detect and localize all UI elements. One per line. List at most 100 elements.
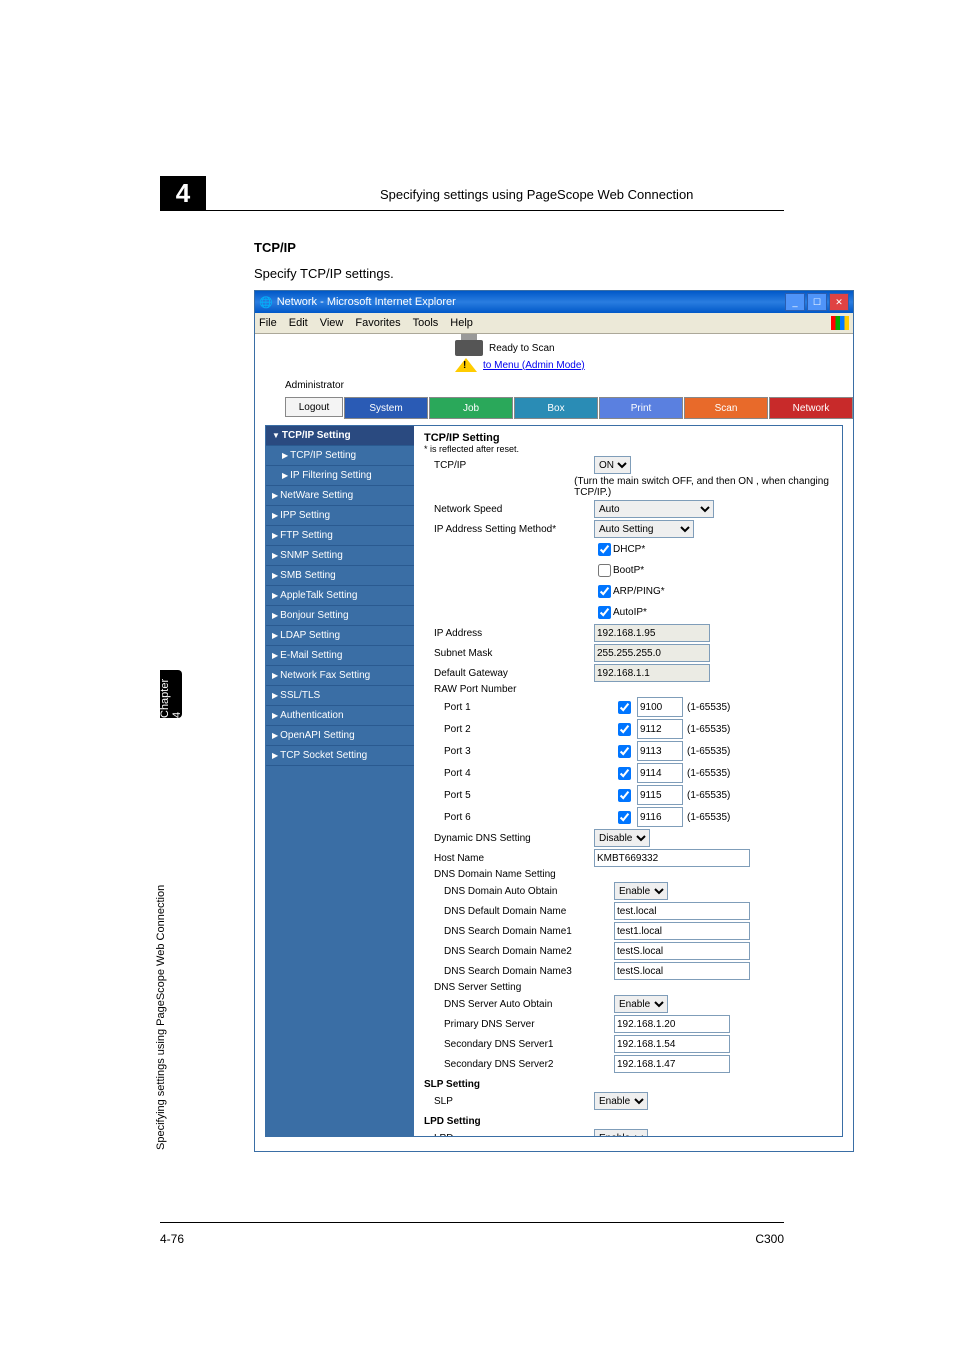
port-checkbox[interactable] (618, 701, 631, 714)
to-menu-link[interactable]: to Menu (Admin Mode) (483, 360, 585, 371)
sidenav-item[interactable]: LDAP Setting (266, 626, 414, 646)
dddef-label: DNS Default Domain Name (424, 906, 614, 917)
menu-edit[interactable]: Edit (289, 317, 308, 329)
port-input[interactable] (637, 719, 683, 739)
subnet-label: Subnet Mask (424, 648, 594, 659)
ipmethod-label: IP Address Setting Method* (424, 524, 594, 535)
dds1-input[interactable] (614, 922, 750, 940)
sidenav-item[interactable]: NetWare Setting (266, 486, 414, 506)
sidenav-item[interactable]: Authentication (266, 706, 414, 726)
sdns1-label: Secondary DNS Server1 (424, 1039, 614, 1050)
sidenav-item[interactable]: E-Mail Setting (266, 646, 414, 666)
tab-scan[interactable]: Scan (684, 397, 768, 419)
logout-button[interactable]: Logout (285, 397, 343, 417)
sidenav-item[interactable]: TCP/IP Setting (266, 446, 414, 466)
menu-help[interactable]: Help (450, 317, 473, 329)
port-checkbox[interactable] (618, 767, 631, 780)
sdns2-input[interactable] (614, 1055, 730, 1073)
sidenav-item[interactable]: TCP/IP Setting (266, 426, 414, 446)
gateway-input[interactable] (594, 664, 710, 682)
side-label: Specifying settings using PageScope Web … (155, 885, 167, 1150)
sidenav-item[interactable]: FTP Setting (266, 526, 414, 546)
port-checkbox[interactable] (618, 745, 631, 758)
dds2-input[interactable] (614, 942, 750, 960)
header-rule (160, 210, 784, 211)
status-text: Ready to Scan (489, 343, 555, 354)
port-label: Port 2 (424, 724, 614, 735)
footer-rule (160, 1222, 784, 1223)
tcpip-select[interactable]: ON (594, 456, 631, 474)
host-label: Host Name (424, 853, 594, 864)
menu-tools[interactable]: Tools (413, 317, 439, 329)
sidenav-item[interactable]: Network Fax Setting (266, 666, 414, 686)
port-checkbox[interactable] (618, 811, 631, 824)
tcpip-hint: (Turn the main switch OFF, and then ON ,… (574, 476, 832, 498)
port-input[interactable] (637, 807, 683, 827)
ipaddr-input[interactable] (594, 624, 710, 642)
section-title: TCP/IP (254, 240, 296, 255)
sidenav-item[interactable]: IP Filtering Setting (266, 466, 414, 486)
raw-label: RAW Port Number (424, 684, 594, 695)
sidenav-item[interactable]: SSL/TLS (266, 686, 414, 706)
port-checkbox[interactable] (618, 789, 631, 802)
sidenav-item[interactable]: OpenAPI Setting (266, 726, 414, 746)
port-input[interactable] (637, 785, 683, 805)
ie-window: 🌐 Network - Microsoft Internet Explorer … (254, 290, 854, 1152)
close-button[interactable]: ✕ (829, 293, 849, 311)
tab-box[interactable]: Box (514, 397, 598, 419)
ddauto-select[interactable]: Enable (614, 882, 668, 900)
dsauto-select[interactable]: Enable (614, 995, 668, 1013)
titlebar: 🌐 Network - Microsoft Internet Explorer … (255, 291, 853, 313)
window-title: Network - Microsoft Internet Explorer (277, 296, 456, 308)
header-title: Specifying settings using PageScope Web … (380, 187, 693, 202)
ipmethod-select[interactable]: Auto Setting (594, 520, 694, 538)
maximize-button[interactable]: ☐ (807, 293, 827, 311)
tab-network[interactable]: Network (769, 397, 853, 419)
port-range: (1-65535) (687, 790, 730, 801)
host-input[interactable] (594, 849, 750, 867)
sidenav-item[interactable]: IPP Setting (266, 506, 414, 526)
lpd-select[interactable]: Enable (594, 1129, 648, 1136)
pdns-input[interactable] (614, 1015, 730, 1033)
tab-job[interactable]: Job (429, 397, 513, 419)
arp-label: ARP/PING* (613, 586, 665, 597)
sidenav-item[interactable]: TCP Socket Setting (266, 746, 414, 766)
arp-checkbox[interactable] (598, 585, 611, 598)
sidenav-item[interactable]: AppleTalk Setting (266, 586, 414, 606)
dnssrv-heading: DNS Server Setting (424, 982, 594, 993)
port-input[interactable] (637, 741, 683, 761)
bootp-checkbox[interactable] (598, 564, 611, 577)
dhcp-checkbox[interactable] (598, 543, 611, 556)
tab-row: Logout System Job Box Print Scan Network (255, 391, 853, 419)
port-label: Port 5 (424, 790, 614, 801)
sidenav-item[interactable]: SMB Setting (266, 566, 414, 586)
slp-select[interactable]: Enable (594, 1092, 648, 1110)
bootp-label: BootP* (613, 565, 644, 576)
autoip-checkbox[interactable] (598, 606, 611, 619)
dyndns-select[interactable]: Disable (594, 829, 650, 847)
chapter-tab: Chapter 4 (160, 670, 182, 718)
dds3-input[interactable] (614, 962, 750, 980)
footer-right: C300 (755, 1232, 784, 1246)
lpd-label: LPD (424, 1133, 594, 1137)
menu-view[interactable]: View (320, 317, 344, 329)
port-input[interactable] (637, 697, 683, 717)
sdns1-input[interactable] (614, 1035, 730, 1053)
netspeed-select[interactable]: Auto (594, 500, 714, 518)
tab-print[interactable]: Print (599, 397, 683, 419)
port-input[interactable] (637, 763, 683, 783)
port-checkbox[interactable] (618, 723, 631, 736)
note: * is reflected after reset. (424, 444, 832, 454)
sidenav-item[interactable]: Bonjour Setting (266, 606, 414, 626)
menu-file[interactable]: File (259, 317, 277, 329)
sidenav-item[interactable]: SNMP Setting (266, 546, 414, 566)
printer-icon (455, 340, 483, 356)
form-heading: TCP/IP Setting (424, 432, 832, 444)
dddef-input[interactable] (614, 902, 750, 920)
windows-flag-icon (831, 316, 849, 330)
minimize-button[interactable]: _ (785, 293, 805, 311)
subnet-input[interactable] (594, 644, 710, 662)
tab-system[interactable]: System (344, 397, 428, 419)
menubar: File Edit View Favorites Tools Help (255, 313, 853, 334)
menu-favorites[interactable]: Favorites (355, 317, 400, 329)
